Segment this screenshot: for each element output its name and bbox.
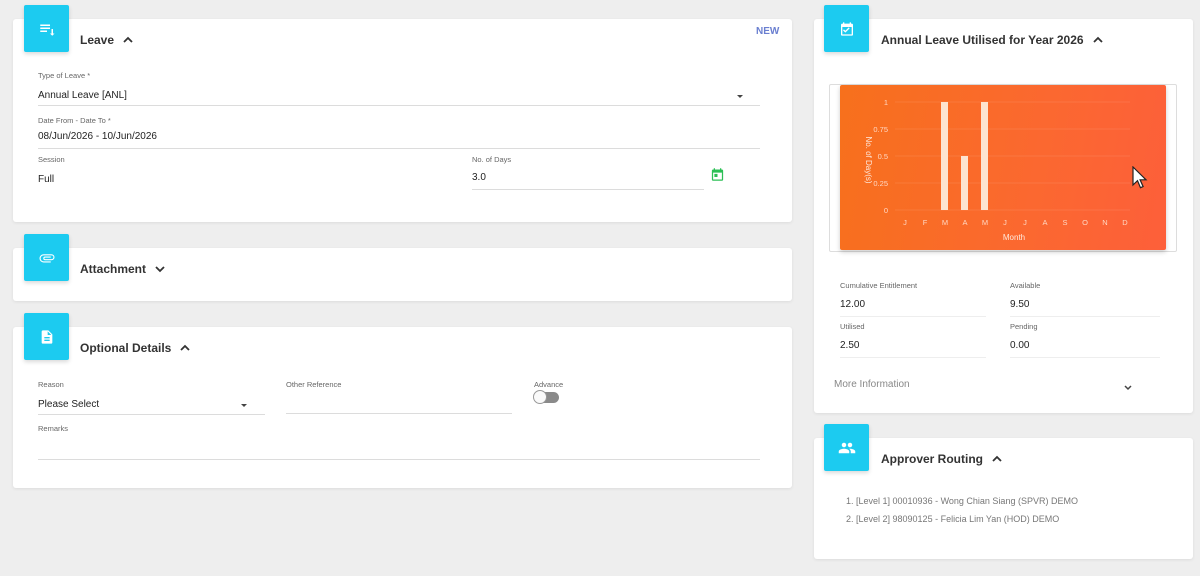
mouse-cursor-icon	[1132, 166, 1148, 189]
remarks-label: Remarks	[38, 424, 69, 433]
cumulative-entitlement-underline	[840, 316, 986, 317]
attachment-section-header[interactable]: Attachment	[80, 262, 166, 276]
no-of-days-input[interactable]: 3.0	[472, 172, 486, 183]
leave-utilisation-chart: 0 0.25 0.5 0.75 1 J F M A M J J A S O N D Month No. of Day…	[864, 98, 1130, 242]
cumulative-entitlement-value: 12.00	[840, 299, 866, 310]
utilised-label: Utilised	[840, 322, 865, 331]
approver-routing-card-icon	[824, 424, 869, 471]
x-tick-label: F	[923, 218, 928, 227]
date-range-underline	[38, 148, 760, 149]
session-value: Full	[38, 174, 55, 185]
y-axis-label: No. of Day(s)	[864, 136, 873, 183]
reason-select[interactable]: Please Select	[38, 399, 99, 410]
type-of-leave-select[interactable]: Annual Leave [ANL]	[38, 90, 127, 101]
attachment-title: Attachment	[80, 262, 147, 276]
y-tick-label: 0.75	[873, 125, 888, 134]
no-of-days-underline	[472, 189, 704, 190]
y-tick-label: 0.25	[873, 179, 888, 188]
chart-bar	[941, 102, 948, 210]
available-label: Available	[1010, 281, 1041, 290]
x-tick-label: M	[982, 218, 988, 227]
reason-underline	[38, 414, 265, 415]
advance-label: Advance	[534, 380, 564, 389]
pending-underline	[1010, 357, 1160, 358]
document-icon	[41, 329, 52, 344]
x-tick-label: A	[1042, 218, 1047, 227]
calendar-icon[interactable]	[710, 167, 725, 182]
optional-details-section-header[interactable]: Optional Details	[80, 341, 191, 355]
date-range-label: Date From - Date To *	[38, 116, 111, 125]
paperclip-icon	[39, 253, 54, 262]
chevron-up-icon[interactable]	[991, 453, 1003, 465]
x-tick-label: A	[962, 218, 967, 227]
date-range-input[interactable]: 08/Jun/2026 - 10/Jun/2026	[38, 131, 157, 142]
other-reference-label: Other Reference	[286, 380, 342, 389]
annual-leave-utilised-header[interactable]: Annual Leave Utilised for Year 2026	[881, 33, 1104, 47]
approver-item: 2. [Level 2] 98090125 - Felicia Lim Yan …	[846, 514, 1060, 524]
people-icon	[838, 442, 855, 453]
no-of-days-label: No. of Days	[472, 155, 512, 164]
y-tick-label: 0.5	[878, 152, 888, 161]
optional-details-title: Optional Details	[80, 341, 172, 355]
new-badge: NEW	[756, 26, 780, 37]
leave-section-header[interactable]: Leave	[80, 33, 134, 47]
y-tick-label: 1	[884, 98, 888, 107]
x-axis-label: Month	[1003, 233, 1025, 242]
reason-label: Reason	[38, 380, 64, 389]
advance-toggle[interactable]	[533, 390, 559, 404]
x-tick-label: D	[1122, 218, 1128, 227]
chevron-up-icon[interactable]	[122, 34, 134, 46]
y-tick-label: 0	[884, 206, 888, 215]
dropdown-caret-icon[interactable]	[737, 95, 743, 98]
approver-routing-title: Approver Routing	[881, 452, 983, 466]
remarks-underline	[38, 459, 760, 460]
cumulative-entitlement-label: Cumulative Entitlement	[840, 281, 918, 290]
advance-toggle-knob	[533, 390, 547, 404]
leave-utilisation-chart-panel: 0 0.25 0.5 0.75 1 J F M A M J J A S O N D Month No. of Day…	[840, 85, 1166, 250]
x-tick-label: J	[1023, 218, 1027, 227]
x-tick-label: N	[1102, 218, 1107, 227]
x-tick-label: J	[1003, 218, 1007, 227]
leave-card	[13, 19, 792, 222]
utilised-underline	[840, 357, 986, 358]
list-icon	[39, 24, 54, 36]
utilised-value: 2.50	[840, 340, 860, 351]
type-of-leave-label: Type of Leave *	[38, 71, 91, 80]
other-reference-underline	[286, 413, 512, 414]
leave-title: Leave	[80, 33, 115, 47]
pending-value: 0.00	[1010, 340, 1030, 351]
approver-routing-header[interactable]: Approver Routing	[881, 452, 1003, 466]
x-tick-label: S	[1062, 218, 1067, 227]
optional-details-card-icon	[24, 313, 69, 360]
chart-bar	[961, 156, 968, 210]
chart-bar	[981, 102, 988, 210]
annual-leave-utilised-title: Annual Leave Utilised for Year 2026	[881, 33, 1084, 47]
chevron-up-icon[interactable]	[1092, 34, 1104, 46]
approver-item: 1. [Level 1] 00010936 - Wong Chian Siang…	[846, 496, 1078, 506]
chevron-down-icon[interactable]	[1122, 381, 1134, 393]
chevron-down-icon[interactable]	[154, 263, 166, 275]
session-label: Session	[38, 155, 65, 164]
available-value: 9.50	[1010, 299, 1030, 310]
dropdown-caret-icon[interactable]	[241, 404, 247, 407]
pending-label: Pending	[1010, 322, 1038, 331]
more-information-toggle[interactable]: More Information	[834, 379, 910, 390]
leave-card-icon	[24, 5, 69, 52]
attachment-card-icon	[24, 234, 69, 281]
calendar-check-icon	[840, 21, 853, 36]
x-tick-label: M	[942, 218, 948, 227]
type-of-leave-underline	[38, 105, 760, 106]
annual-leave-utilised-card-icon	[824, 5, 869, 52]
chevron-up-icon[interactable]	[179, 342, 191, 354]
x-tick-label: O	[1082, 218, 1088, 227]
available-underline	[1010, 316, 1160, 317]
x-tick-label: J	[903, 218, 907, 227]
